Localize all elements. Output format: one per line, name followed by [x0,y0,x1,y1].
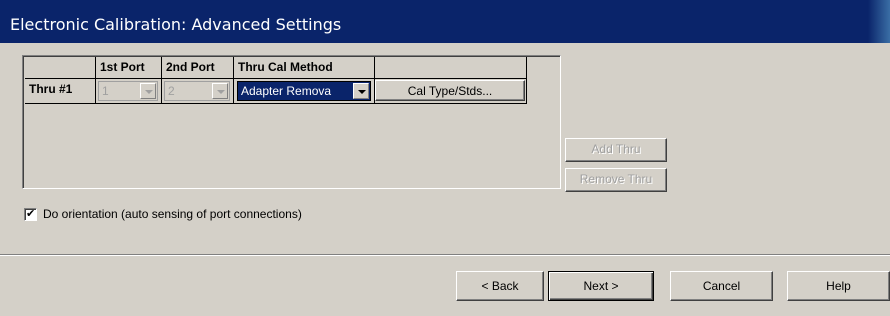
first-port-value: 1 [102,84,109,98]
second-port-select[interactable]: 2 [164,81,230,101]
first-port-cell: 1 [96,79,162,104]
footer-separator [0,254,890,256]
second-port-cell: 2 [162,79,234,104]
chevron-down-icon[interactable] [140,83,156,99]
remove-thru-button[interactable]: Remove Thru [565,168,667,192]
cancel-button[interactable]: Cancel [670,271,773,301]
next-button[interactable]: Next > [548,271,654,301]
add-thru-button[interactable]: Add Thru [565,138,667,162]
title-bar: Electronic Calibration: Advanced Setting… [0,0,890,43]
cal-type-stds-button[interactable]: Cal Type/Stds... [375,80,525,101]
title-bar-accent [868,0,890,43]
header-thru-cal-method: Thru Cal Method [234,57,375,79]
back-button[interactable]: < Back [456,271,544,301]
row-label-thru-1: Thru #1 [25,79,96,104]
orientation-label[interactable]: Do orientation (auto sensing of port con… [43,207,302,222]
orientation-checkbox[interactable] [24,207,37,221]
chevron-down-icon[interactable] [212,83,228,99]
window-title: Electronic Calibration: Advanced Setting… [10,15,342,34]
thru-method-cell: Adapter Remova [234,79,375,104]
header-second-port: 2nd Port [162,57,234,79]
thru-cal-method-select[interactable]: Adapter Remova [237,81,371,101]
cal-type-cell: Cal Type/Stds... [375,79,527,104]
header-first-port: 1st Port [96,57,162,79]
first-port-select[interactable]: 1 [98,81,158,101]
header-empty [375,57,527,79]
chevron-down-icon[interactable] [353,83,369,99]
thru-cal-method-value: Adapter Remova [241,84,332,98]
second-port-value: 2 [168,84,175,98]
help-button[interactable]: Help [787,271,890,301]
grid-corner-cell [25,57,96,79]
